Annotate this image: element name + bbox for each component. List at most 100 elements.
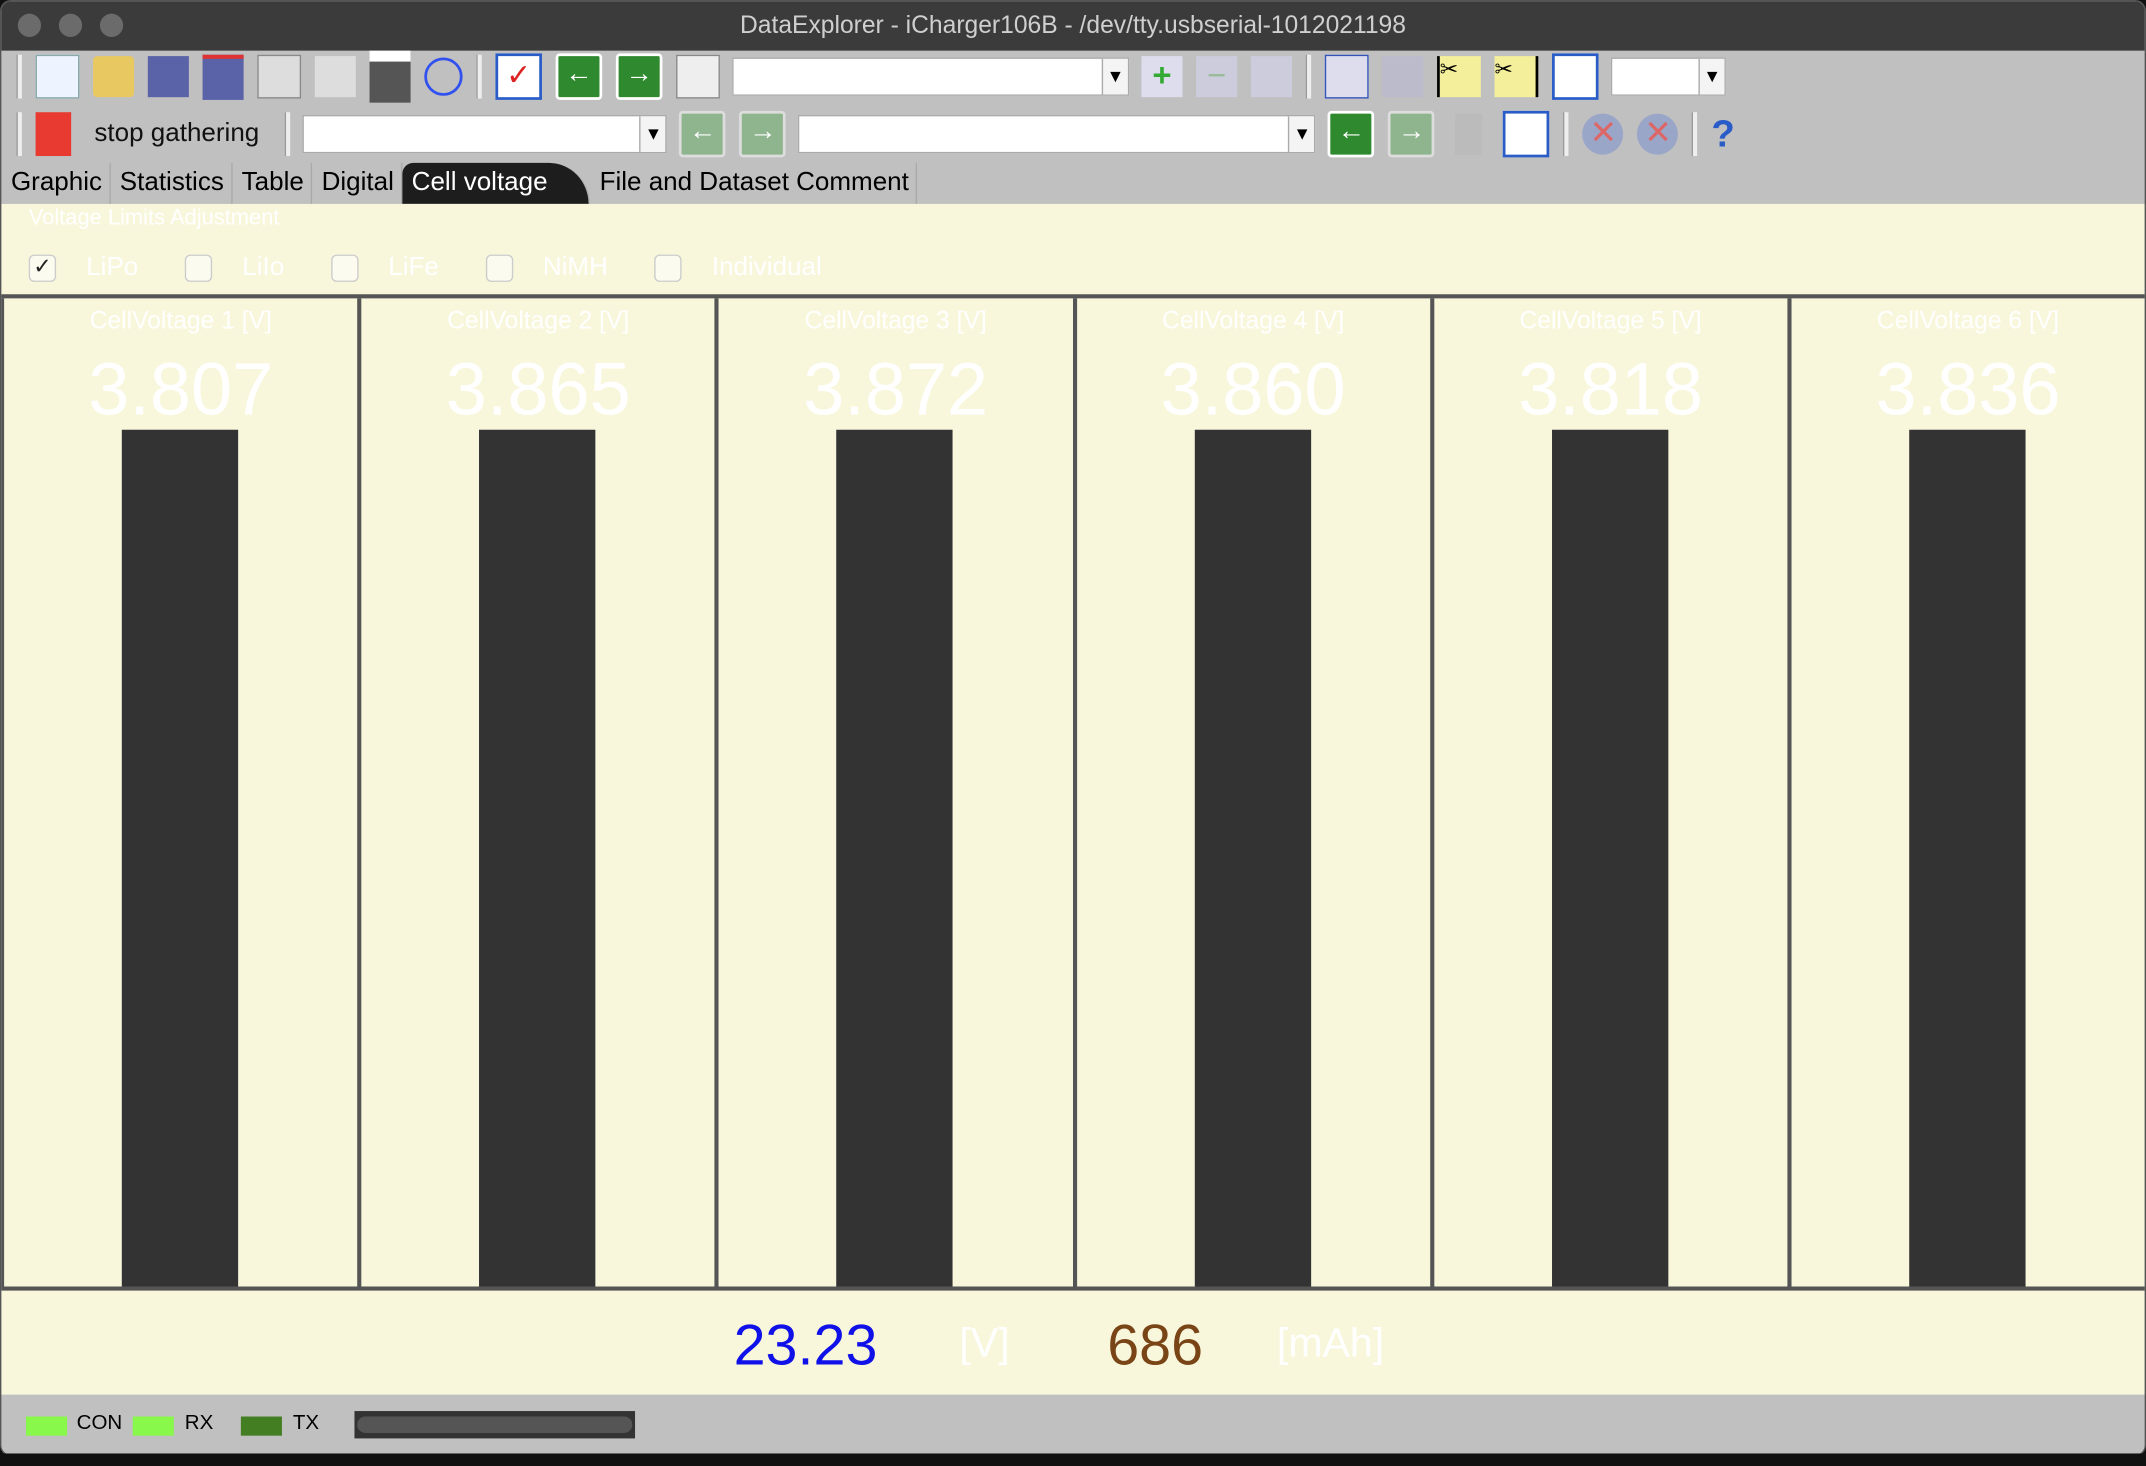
progress-bar (354, 1411, 636, 1439)
con-led-icon (26, 1416, 68, 1436)
cell-value: 3.872 (803, 348, 989, 432)
chevron-down-icon: ▼ (1698, 58, 1725, 95)
toolbar-row-2: stop gathering ▼ ← → ▼ ← → ✕ ✕ ? (10, 110, 1760, 158)
arrow-right-icon[interactable]: → (1388, 110, 1435, 158)
tab-table[interactable]: Table (232, 162, 313, 204)
fit-icon[interactable] (1552, 53, 1599, 100)
record-select[interactable]: ▼ (732, 57, 1130, 96)
add-record-icon[interactable]: + (1141, 56, 1183, 98)
cell-bar (836, 429, 954, 1287)
tab-file-comment[interactable]: File and Dataset Comment (590, 162, 918, 204)
label-lipo: LiPo (86, 253, 139, 282)
help-cursor-icon[interactable]: ? (1711, 113, 1752, 155)
tab-statistics[interactable]: Statistics (110, 162, 233, 204)
window-title: DataExplorer - iCharger106B - /dev/tty.u… (739, 10, 1406, 39)
label-life: LiFe (388, 253, 439, 282)
save-as-icon[interactable] (202, 54, 244, 100)
toolbar-row-1: ✓ ← → ▼ + − ✂ ✂ ▼ (10, 50, 1732, 103)
app-window: DataExplorer - iCharger106B - /dev/tty.u… (0, 0, 2146, 1457)
title-bar: DataExplorer - iCharger106B - /dev/tty.u… (1, 1, 2145, 51)
save-icon[interactable] (147, 56, 189, 98)
cell-gauge-6: CellVoltage 6 [V] 3.836 (1787, 298, 2144, 1287)
cell-value: 3.836 (1875, 348, 2061, 432)
label-liio: LiIo (242, 253, 285, 282)
tx-label: TX (292, 1411, 320, 1435)
cell-gauge-3: CellVoltage 3 [V] 3.872 (714, 298, 1072, 1287)
cell-voltage-panel: Voltage Limits Adjustment ✓ LiPo LiIo LiF… (1, 203, 2145, 1395)
copy-icon[interactable] (314, 56, 356, 98)
checkbox-life[interactable] (330, 254, 359, 282)
tab-digital[interactable]: Digital (312, 162, 403, 204)
remove-record-icon[interactable]: − (1196, 56, 1238, 98)
capacity-unit: [mAh] (1276, 1320, 1385, 1366)
cell-title: CellVoltage 2 [V] (447, 306, 630, 334)
con-label: CON (76, 1411, 123, 1435)
cell-bar (1551, 429, 1668, 1287)
label-nimh: NiMH (542, 253, 608, 282)
disabled-globe2-icon[interactable]: ✕ (1637, 113, 1679, 155)
arrow-left-icon[interactable]: ← (1328, 110, 1375, 158)
tab-graphic[interactable]: Graphic (1, 162, 111, 204)
arrow-right-icon[interactable]: → (615, 53, 663, 100)
disabled-globe-icon[interactable]: ✕ (1582, 113, 1624, 155)
rx-label: RX (184, 1411, 214, 1435)
checkbox-lipo[interactable]: ✓ (28, 254, 57, 282)
cell-gauge-2: CellVoltage 2 [V] 3.865 (357, 298, 714, 1287)
cell-gauge-4: CellVoltage 4 [V] 3.860 (1072, 298, 1429, 1287)
clock-icon[interactable] (424, 57, 463, 96)
cut-left-icon[interactable]: ✂ (1437, 56, 1481, 98)
zoom-level-select[interactable]: ▼ (1610, 57, 1726, 96)
cell-gauge-1: CellVoltage 1 [V] 3.807 (1, 298, 357, 1287)
cell-voltage-gauges: CellVoltage 1 [V] 3.807 CellVoltage 2 [V] 3… (1, 294, 2145, 1291)
cell-title: CellVoltage 5 [V] (1519, 306, 1702, 334)
voltage-limits-title: Voltage Limits Adjustment (28, 206, 280, 230)
checklist-icon[interactable]: ✓ (495, 53, 542, 100)
checkbox-nimh[interactable] (485, 254, 513, 282)
tab-bar: Graphic Statistics Table Digital Cell vo… (1, 162, 2144, 204)
cell-bar (1909, 429, 2026, 1287)
cell-value: 3.807 (88, 348, 274, 432)
cell-value: 3.865 (445, 348, 631, 432)
cell-bar (1194, 429, 1311, 1287)
checkbox-liio[interactable] (184, 254, 213, 282)
arrow-left-icon[interactable]: ← (555, 53, 603, 100)
tools-icon[interactable] (676, 54, 720, 99)
chevron-down-icon: ▼ (1101, 58, 1128, 95)
voltage-unit: [V] (959, 1320, 1010, 1366)
label-individual: Individual (711, 253, 822, 282)
pan-hand-icon[interactable] (1382, 56, 1424, 98)
cell-bar (479, 429, 596, 1287)
chevron-down-icon: ▼ (1288, 116, 1315, 152)
background-desktop (0, 1453, 2146, 1466)
cell-value: 3.818 (1518, 348, 1704, 432)
cut-right-icon[interactable]: ✂ (1494, 56, 1539, 98)
zoom-icon[interactable] (1324, 54, 1369, 99)
rx-led-icon (132, 1416, 174, 1436)
battery-type-options: ✓ LiPo LiIo LiFe NiMH Individual (28, 253, 869, 283)
checkbox-individual[interactable] (654, 254, 682, 282)
channel-select[interactable]: ▼ (798, 114, 1316, 154)
edit-icon[interactable] (1250, 56, 1292, 98)
settings-sheet-icon[interactable] (257, 54, 302, 99)
cell-title: CellVoltage 3 [V] (804, 306, 987, 334)
total-voltage: 23.23 (733, 1312, 878, 1377)
cell-value: 3.860 (1160, 348, 1346, 432)
tab-cell-voltage[interactable]: Cell voltage (402, 162, 590, 204)
print-icon[interactable] (369, 50, 411, 103)
cell-title: CellVoltage 1 [V] (89, 306, 272, 334)
total-capacity: 686 (1107, 1312, 1204, 1377)
edit-note-icon[interactable] (1503, 110, 1550, 158)
status-bar: CON RX TX (1, 1395, 2144, 1455)
stop-gathering-button[interactable]: stop gathering (94, 119, 259, 149)
cell-gauge-5: CellVoltage 5 [V] 3.818 (1429, 298, 1787, 1287)
cell-title: CellVoltage 6 [V] (1876, 306, 2060, 334)
stop-gathering-icon[interactable] (35, 112, 72, 157)
trash-icon[interactable] (1455, 113, 1483, 155)
new-file-icon[interactable] (35, 54, 80, 99)
tx-led-icon (240, 1416, 282, 1436)
arrow-right-icon[interactable]: → (739, 110, 787, 158)
arrow-left-icon[interactable]: ← (679, 110, 726, 158)
totals: 23.23 [V] 686 [mAh] (1, 1313, 2144, 1381)
device-select[interactable]: ▼ (303, 114, 668, 154)
open-folder-icon[interactable] (93, 56, 135, 98)
